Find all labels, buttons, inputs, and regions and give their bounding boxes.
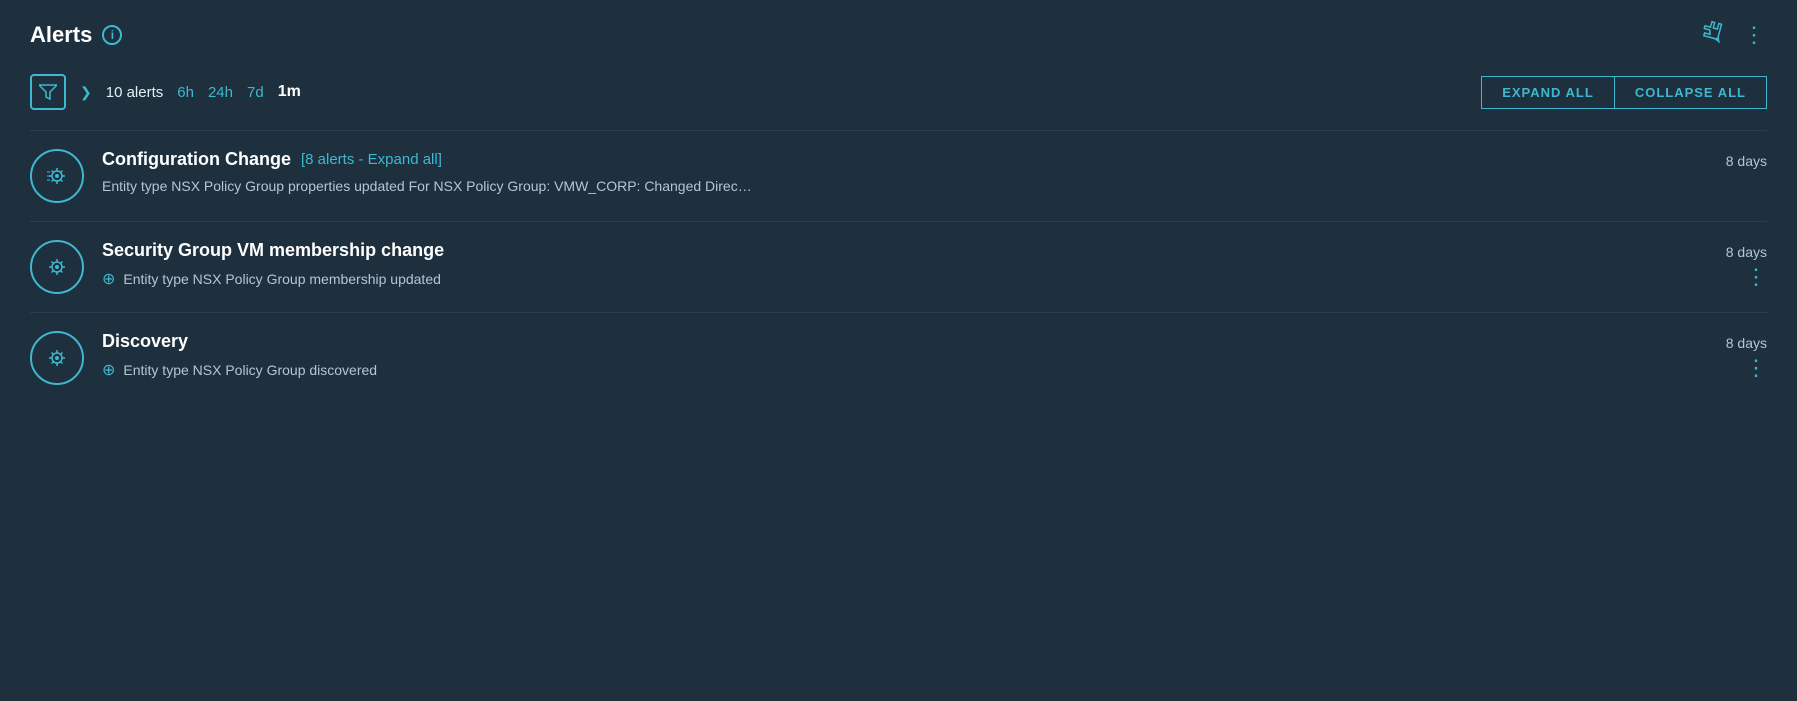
alert-row-security: Security Group VM membership change ⊕ En… [30,240,1767,294]
alert-title-security-group: Security Group VM membership change [102,240,444,261]
collapse-all-button[interactable]: COLLAPSE ALL [1614,76,1767,109]
alert-description-discovery: Entity type NSX Policy Group discovered [123,362,377,378]
alert-desc-discovery: ⊕ Entity type NSX Policy Group discovere… [102,360,1649,380]
zoom-icon-security: ⊕ [102,269,115,289]
alert-description-security-group: Entity type NSX Policy Group membership … [123,271,441,287]
filter-button[interactable] [30,74,66,110]
time-filters: 6h 24h 7d 1m [177,83,301,101]
alert-icon-config-change [30,149,84,203]
pin-icon[interactable] [1697,16,1733,54]
chevron-right-icon[interactable]: ❯ [80,84,92,101]
filter-bar: ❯ 10 alerts 6h 24h 7d 1m EXPAND ALL COLL… [30,74,1767,110]
alert-side-config: 8 days [1667,149,1767,169]
alert-count: 10 alerts [106,84,164,101]
alert-more-security-group[interactable]: ⋮ [1745,266,1767,288]
time-filter-24h[interactable]: 24h [208,84,233,101]
alert-row-discovery: Discovery ⊕ Entity type NSX Policy Group… [30,331,1767,385]
alert-main-config: Configuration Change [8 alerts - Expand … [102,149,1649,194]
alert-side-security: 8 days ⋮ [1667,240,1767,288]
alert-title-row: Configuration Change [8 alerts - Expand … [102,149,1649,170]
alert-time-config-change: 8 days [1726,153,1767,169]
alert-item-security-group: Security Group VM membership change ⊕ En… [30,221,1767,312]
alert-title-row-security: Security Group VM membership change [102,240,1649,261]
more-options-icon[interactable]: ⋮ [1743,22,1767,48]
alert-time-security-group: 8 days [1726,244,1767,260]
alert-item-config-change: Configuration Change [8 alerts - Expand … [30,130,1767,221]
panel-header: Alerts i ⋮ [30,20,1767,50]
alert-main-security: Security Group VM membership change ⊕ En… [102,240,1649,289]
alert-icon-discovery [30,331,84,385]
filter-left: ❯ 10 alerts 6h 24h 7d 1m [30,74,301,110]
alert-description-config-change: Entity type NSX Policy Group properties … [102,178,752,194]
alert-time-discovery: 8 days [1726,335,1767,351]
time-filter-1m[interactable]: 1m [278,83,301,101]
panel-title: Alerts [30,22,92,48]
alert-row: Configuration Change [8 alerts - Expand … [30,149,1767,203]
alert-badge-config-change[interactable]: [8 alerts - Expand all] [301,151,442,168]
alert-title-config-change: Configuration Change [102,149,291,170]
expand-all-button[interactable]: EXPAND ALL [1481,76,1614,109]
alert-desc-security-group: ⊕ Entity type NSX Policy Group membershi… [102,269,1649,289]
alerts-panel: Alerts i ⋮ [0,0,1797,701]
zoom-icon-discovery: ⊕ [102,360,115,380]
info-icon[interactable]: i [102,25,122,45]
alert-item-discovery: Discovery ⊕ Entity type NSX Policy Group… [30,312,1767,403]
alert-icon-security-group [30,240,84,294]
header-right: ⋮ [1703,20,1767,50]
alert-title-discovery: Discovery [102,331,188,352]
time-filter-7d[interactable]: 7d [247,84,264,101]
filter-right: EXPAND ALL COLLAPSE ALL [1481,76,1767,109]
time-filter-6h[interactable]: 6h [177,84,194,101]
alert-desc-config-change: Entity type NSX Policy Group properties … [102,178,1649,194]
header-left: Alerts i [30,22,122,48]
alert-side-discovery: 8 days ⋮ [1667,331,1767,379]
alert-title-row-discovery: Discovery [102,331,1649,352]
alert-main-discovery: Discovery ⊕ Entity type NSX Policy Group… [102,331,1649,380]
alert-more-discovery[interactable]: ⋮ [1745,357,1767,379]
